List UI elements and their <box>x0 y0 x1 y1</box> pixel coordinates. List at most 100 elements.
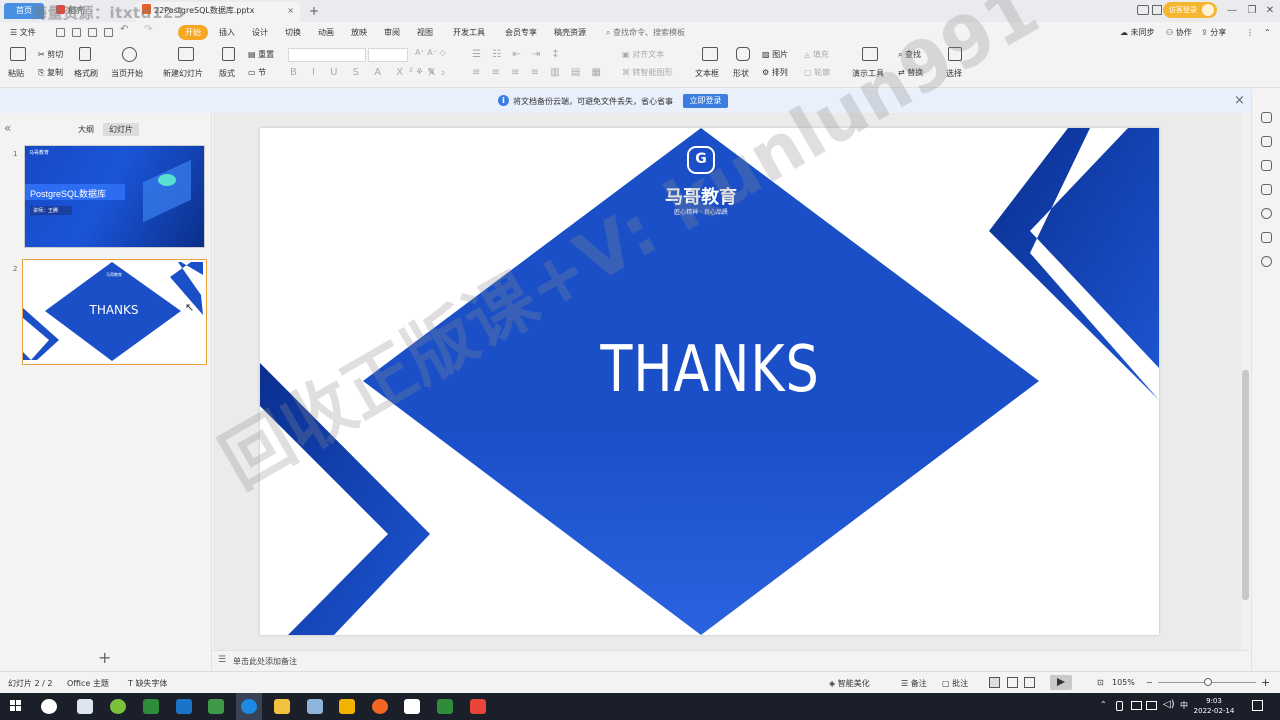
presenter-tools-icon[interactable] <box>862 47 878 61</box>
notes-placeholder[interactable]: 单击此处添加备注 <box>233 656 297 667</box>
tray-arrow-icon[interactable]: ⌃ <box>1100 700 1107 709</box>
menu-review[interactable]: 审阅 <box>382 25 402 40</box>
missing-font-button[interactable]: T 缺失字体 <box>128 678 167 689</box>
menu-slideshow[interactable]: 放映 <box>349 25 369 40</box>
menu-insert[interactable]: 插入 <box>217 25 237 40</box>
outline-button[interactable]: ▢ 轮廓 <box>804 67 830 78</box>
share-button[interactable]: ⇪ 分享 <box>1199 25 1228 40</box>
app-icon[interactable] <box>176 699 192 714</box>
menu-home[interactable]: 开始 <box>178 25 208 40</box>
settings-sliders-icon[interactable] <box>1261 136 1272 147</box>
animation-icon[interactable] <box>1261 160 1272 171</box>
align-text-button[interactable]: ▣ 对齐文本 <box>622 49 664 60</box>
font-size-field[interactable] <box>368 48 408 62</box>
notes-toggle[interactable]: ☰ 备注 <box>901 678 927 689</box>
zoom-out-icon[interactable]: − <box>1146 678 1153 687</box>
command-search[interactable]: ⌕ 查找命令、搜索模板 <box>604 25 687 40</box>
zoom-level[interactable]: 105% <box>1112 678 1135 687</box>
minimize-icon[interactable]: — <box>1224 3 1240 19</box>
new-slide-icon[interactable] <box>178 47 194 61</box>
transition-icon[interactable] <box>1261 184 1272 195</box>
restore-layout-icon[interactable] <box>1152 5 1162 15</box>
layout-button[interactable]: 版式 <box>219 68 235 79</box>
wps-office-icon[interactable] <box>470 699 486 714</box>
paste-icon[interactable] <box>10 47 26 61</box>
shape-icon[interactable] <box>736 47 750 61</box>
backup-icon[interactable] <box>1261 232 1272 243</box>
notepad-plus-icon[interactable] <box>208 699 224 714</box>
textbox-icon[interactable] <box>702 47 718 61</box>
menu-developer[interactable]: 开发工具 <box>451 25 487 40</box>
export-icon[interactable] <box>72 28 81 37</box>
picture-button[interactable]: ▨ 图片 <box>762 49 788 60</box>
comments-toggle[interactable]: ▢ 批注 <box>942 678 968 689</box>
photos-icon[interactable] <box>307 699 323 714</box>
display-icon[interactable] <box>1131 701 1142 710</box>
textbox-button[interactable]: 文本框 <box>695 68 719 79</box>
menu-design[interactable]: 设计 <box>250 25 270 40</box>
play-from-current-icon[interactable] <box>122 47 137 62</box>
font-size-tools[interactable]: A⁺ A⁻ ◇ <box>415 48 446 57</box>
fill-button[interactable]: ◬ 填充 <box>804 49 829 60</box>
app-icon[interactable] <box>41 699 57 714</box>
object-property-icon[interactable] <box>1261 112 1272 123</box>
select-button[interactable]: 选择 <box>946 68 962 79</box>
new-tab-button[interactable]: + <box>306 2 322 20</box>
fit-window-icon[interactable]: ⊡ <box>1097 678 1104 687</box>
file-explorer-icon[interactable] <box>274 699 290 714</box>
volume-icon[interactable]: ◁) <box>1163 699 1175 710</box>
shape-button[interactable]: 形状 <box>733 68 749 79</box>
print-icon[interactable] <box>88 28 97 37</box>
typora-icon[interactable] <box>404 699 420 714</box>
more-menu-icon[interactable]: ⋮ <box>1244 25 1256 40</box>
find-button[interactable]: ⌕ 查找 <box>898 49 921 60</box>
edge-browser-icon[interactable] <box>241 699 257 714</box>
collab-button[interactable]: ⚇ 协作 <box>1164 25 1194 40</box>
menu-docer-resources[interactable]: 稿壳资源 <box>552 25 588 40</box>
vmware-icon[interactable] <box>143 699 159 714</box>
smart-beautify-button[interactable]: ◈ 智能美化 <box>829 678 870 689</box>
cut-button[interactable]: ✂ 剪切 <box>38 49 63 60</box>
ime-indicator[interactable]: 中 <box>1180 700 1188 711</box>
login-now-button[interactable]: 立即登录 <box>683 94 728 108</box>
presenter-tools-button[interactable]: 演示工具 <box>852 68 884 79</box>
replace-button[interactable]: ⇄ 替换 <box>898 67 923 78</box>
slide-thumbnail-2[interactable]: THANKS 马哥教育 <box>22 259 207 365</box>
font-name-field[interactable] <box>288 48 366 62</box>
system-clock[interactable]: 9:03 2022-02-14 <box>1191 696 1237 716</box>
thanks-text[interactable]: THANKS <box>538 333 882 407</box>
save-icon[interactable] <box>56 28 65 37</box>
collapse-ribbon-icon[interactable]: ⌃ <box>1262 25 1273 40</box>
collapse-panel-icon[interactable]: « <box>4 121 11 135</box>
vmware-icon[interactable] <box>437 699 453 714</box>
play-slideshow-button[interactable] <box>1050 675 1072 690</box>
network-icon[interactable] <box>1146 701 1157 710</box>
reset-button[interactable]: ▤ 重置 <box>248 49 274 60</box>
settings-app-icon[interactable] <box>77 699 93 714</box>
location-icon[interactable] <box>1261 256 1272 267</box>
arrange-button[interactable]: ⚙ 排列 <box>762 67 788 78</box>
copy-button[interactable]: ⎘ 复制 <box>38 67 63 78</box>
slide-canvas[interactable]: G 马哥教育 匠心精神 · 良心品质 THANKS <box>260 128 1159 635</box>
zoom-in-icon[interactable]: + <box>1261 676 1270 689</box>
close-window-icon[interactable]: ✕ <box>1262 3 1278 19</box>
tab-outline[interactable]: 大纲 <box>72 123 100 136</box>
text-effects-tools[interactable]: ⚘ ✎ <box>415 67 436 78</box>
app-icon[interactable] <box>372 699 388 714</box>
format-painter-icon[interactable] <box>79 47 91 61</box>
notification-center-icon[interactable] <box>1252 700 1263 711</box>
sorter-view-icon[interactable] <box>1007 677 1018 688</box>
format-painter-button[interactable]: 格式刷 <box>74 68 98 79</box>
close-notification-icon[interactable]: × <box>1234 93 1245 108</box>
notes-bar[interactable]: ☰ 单击此处添加备注 <box>213 650 1249 670</box>
terminal-icon[interactable] <box>339 699 355 714</box>
undo-icon[interactable]: ↶ <box>120 24 128 35</box>
select-icon[interactable] <box>948 47 962 61</box>
smartart-button[interactable]: ⌘ 转智能图形 <box>622 67 673 78</box>
browser-360-icon[interactable] <box>110 699 126 714</box>
editor-scrollbar-thumb[interactable] <box>1242 370 1249 600</box>
preview-icon[interactable] <box>104 28 113 37</box>
help-icon[interactable] <box>1261 208 1272 219</box>
add-slide-button[interactable]: + <box>98 648 111 667</box>
windows-start-icon[interactable] <box>10 700 22 712</box>
